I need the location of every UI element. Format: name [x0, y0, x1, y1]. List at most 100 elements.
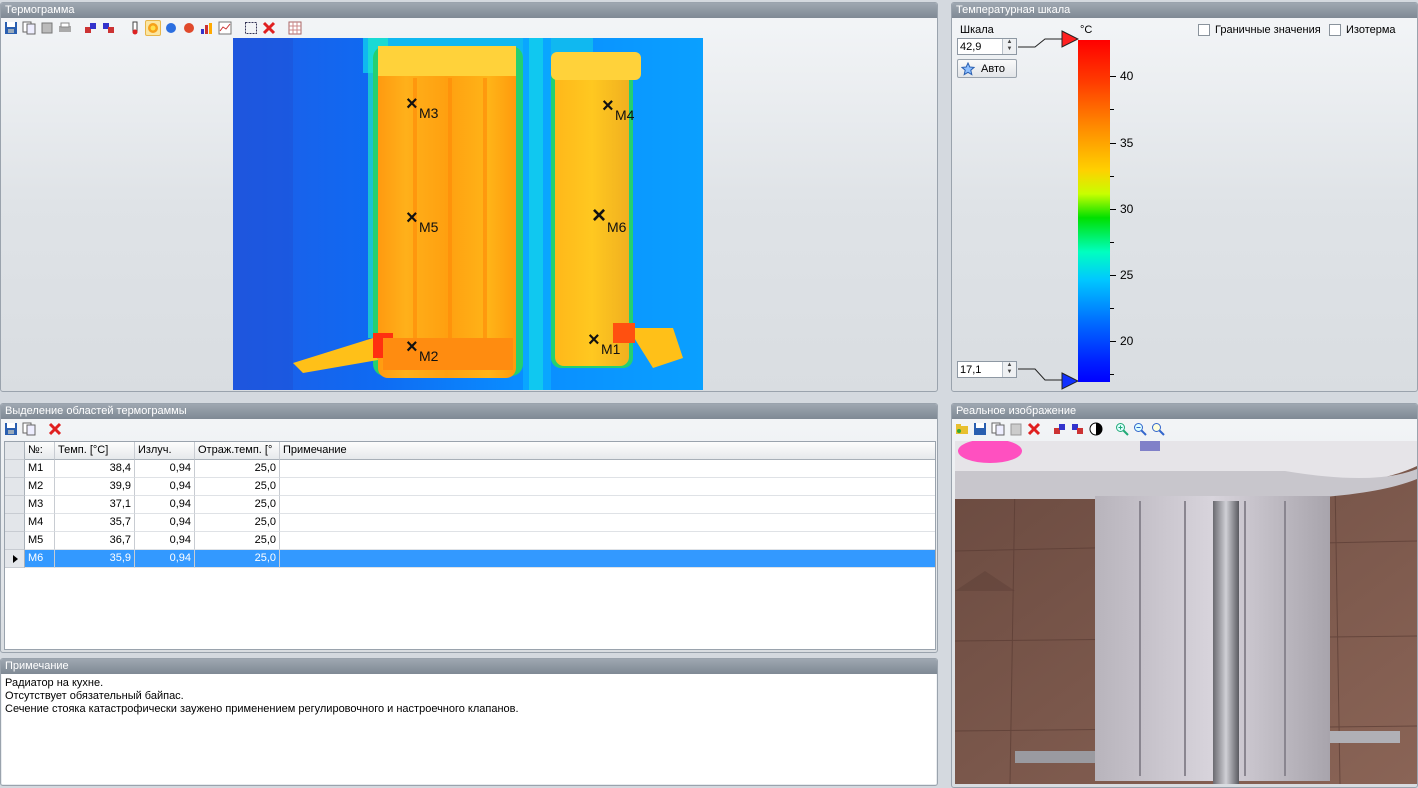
copy-icon[interactable] [21, 20, 37, 36]
table-cell-note[interactable] [280, 478, 935, 496]
table-cell-refl[interactable]: 25,0 [195, 550, 280, 568]
table-cell-emis[interactable]: 0,94 [135, 460, 195, 478]
table-cell-emis[interactable]: 0,94 [135, 478, 195, 496]
scale-max-input[interactable] [958, 39, 1002, 54]
table-cell-n[interactable]: М5 [25, 532, 55, 550]
min-handle-icon[interactable] [1061, 372, 1079, 390]
table-cell-emis[interactable]: 0,94 [135, 496, 195, 514]
note-line: Радиатор на кухне. [5, 677, 104, 689]
table-cell-note[interactable] [280, 550, 935, 568]
table-cell-temp[interactable]: 38,4 [55, 460, 135, 478]
scale-connectors [1018, 38, 1066, 381]
regions-table[interactable]: №: Темп. [°C] Излуч. Отраж.темп. [° Прим… [4, 441, 936, 650]
thermogram-title: Термограмма [1, 3, 937, 18]
table-row[interactable]: М3 37,1 0,94 25,0 [5, 496, 935, 514]
profile-icon[interactable] [217, 20, 233, 36]
table-cell-n[interactable]: М1 [25, 460, 55, 478]
table-cell-note[interactable] [280, 514, 935, 532]
table-cell-note[interactable] [280, 460, 935, 478]
copy-icon[interactable] [21, 421, 37, 437]
boundary-values-checkbox[interactable]: Граничные значения [1198, 24, 1321, 36]
table-cell-temp[interactable]: 39,9 [55, 478, 135, 496]
table-cell-refl[interactable]: 25,0 [195, 478, 280, 496]
table-row[interactable]: М5 36,7 0,94 25,0 [5, 532, 935, 550]
select-area-icon[interactable] [243, 20, 259, 36]
histogram-icon[interactable] [199, 20, 215, 36]
table-cell-note[interactable] [280, 496, 935, 514]
export-icon[interactable] [39, 20, 55, 36]
table-cell-temp[interactable]: 35,9 [55, 550, 135, 568]
table-cell-n[interactable]: М4 [25, 514, 55, 532]
table-cell-temp[interactable]: 36,7 [55, 532, 135, 550]
thermometer-icon[interactable] [127, 20, 143, 36]
table-cell-emis[interactable]: 0,94 [135, 550, 195, 568]
column-header[interactable]: Темп. [°C] [55, 442, 135, 460]
open-folder-icon[interactable] [954, 421, 970, 437]
table-row[interactable]: М4 35,7 0,94 25,0 [5, 514, 935, 532]
zoom-fit-icon[interactable] [1150, 421, 1166, 437]
table-row[interactable]: М6 35,9 0,94 25,0 [5, 550, 935, 568]
rotate-icon[interactable] [1052, 421, 1068, 437]
column-header[interactable]: Отраж.темп. [° [195, 442, 280, 460]
paste-icon[interactable] [1008, 421, 1024, 437]
scale-min-input[interactable] [958, 362, 1002, 377]
column-header[interactable]: №: [25, 442, 55, 460]
contrast-icon[interactable] [1088, 421, 1104, 437]
zoom-in-icon[interactable] [1114, 421, 1130, 437]
table-cell-temp[interactable]: 37,1 [55, 496, 135, 514]
thermogram-toolbar [1, 18, 937, 38]
scale-max-spinner[interactable]: ▲▼ [957, 38, 1017, 55]
row-selector[interactable] [5, 460, 25, 478]
scale-unit: °C [1080, 24, 1093, 36]
table-cell-n[interactable]: М6 [25, 550, 55, 568]
table-row[interactable]: М1 38,4 0,94 25,0 [5, 460, 935, 478]
table-cell-n[interactable]: М2 [25, 478, 55, 496]
scale-label: Шкала [960, 24, 994, 36]
delete-icon[interactable] [47, 421, 63, 437]
tick-label: 35 [1120, 136, 1134, 150]
spot-icon[interactable] [145, 20, 161, 36]
circle-red-icon[interactable] [181, 20, 197, 36]
column-header[interactable]: Примечание [280, 442, 935, 460]
real-photo[interactable] [955, 441, 1417, 784]
table-cell-temp[interactable]: 35,7 [55, 514, 135, 532]
thermogram-image[interactable] [233, 38, 703, 390]
scale-min-spinner[interactable]: ▲▼ [957, 361, 1017, 378]
save-icon[interactable] [972, 421, 988, 437]
table-row[interactable]: М2 39,9 0,94 25,0 [5, 478, 935, 496]
grid-icon[interactable] [287, 20, 303, 36]
row-selector[interactable] [5, 514, 25, 532]
circle-blue-icon[interactable] [163, 20, 179, 36]
note-textarea[interactable]: Радиатор на кухне. Отсутствует обязатель… [2, 674, 936, 784]
copy-icon[interactable] [990, 421, 1006, 437]
column-header[interactable]: Излуч. [135, 442, 195, 460]
save-icon[interactable] [3, 421, 19, 437]
flip-icon[interactable] [1070, 421, 1086, 437]
max-handle-icon[interactable] [1061, 30, 1079, 48]
table-cell-refl[interactable]: 25,0 [195, 460, 280, 478]
current-row-arrow-icon [13, 555, 18, 563]
table-cell-emis[interactable]: 0,94 [135, 532, 195, 550]
scale-title: Температурная шкала [952, 3, 1417, 18]
table-cell-emis[interactable]: 0,94 [135, 514, 195, 532]
flip-icon[interactable] [101, 20, 117, 36]
print-icon[interactable] [57, 20, 73, 36]
table-cell-refl[interactable]: 25,0 [195, 496, 280, 514]
row-selector[interactable] [5, 496, 25, 514]
table-cell-refl[interactable]: 25,0 [195, 532, 280, 550]
delete-icon[interactable] [261, 20, 277, 36]
row-selector[interactable] [5, 550, 25, 568]
regions-toolbar [1, 419, 937, 439]
zoom-out-icon[interactable] [1132, 421, 1148, 437]
save-icon[interactable] [3, 20, 19, 36]
table-cell-n[interactable]: М3 [25, 496, 55, 514]
row-selector[interactable] [5, 478, 25, 496]
delete-icon[interactable] [1026, 421, 1042, 437]
table-cell-refl[interactable]: 25,0 [195, 514, 280, 532]
tick-label: 20 [1120, 334, 1134, 348]
isotherm-checkbox[interactable]: Изотерма [1329, 24, 1396, 36]
table-cell-note[interactable] [280, 532, 935, 550]
auto-button[interactable]: Авто [957, 59, 1017, 78]
row-selector[interactable] [5, 532, 25, 550]
rotate-icon[interactable] [83, 20, 99, 36]
